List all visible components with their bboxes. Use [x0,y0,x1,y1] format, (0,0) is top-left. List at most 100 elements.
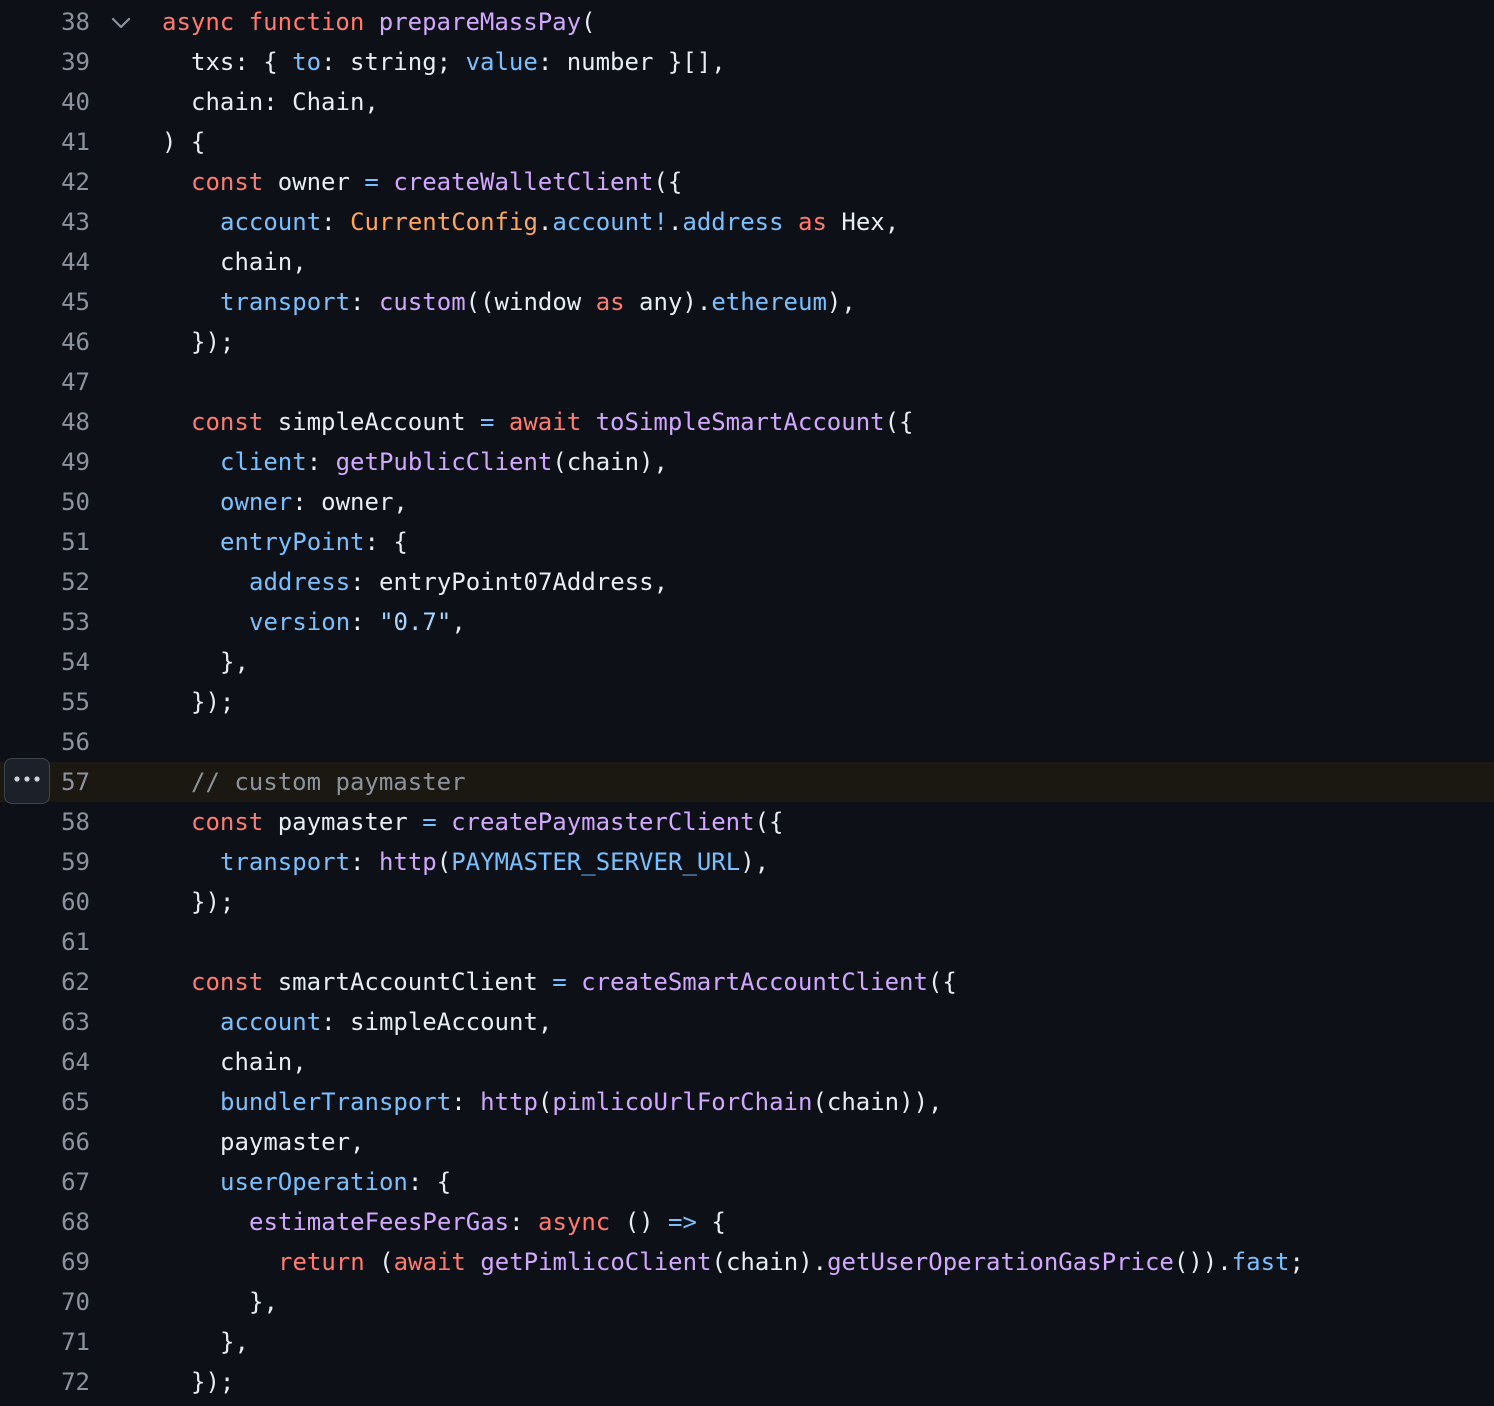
line-number[interactable]: 51 [0,522,90,562]
token: ({ [884,408,914,436]
token: ) { [162,128,206,156]
line-number[interactable]: 63 [0,1002,90,1042]
token: Hex, [826,208,900,236]
line-number[interactable]: 50 [0,482,90,522]
code-line: 62 const smartAccountClient = createSmart… [0,962,1494,1002]
code-line: 66 paymaster, [0,1122,1494,1162]
code-line: 45 transport: custom((window as any).ethe… [0,282,1494,322]
line-number[interactable]: 39 [0,42,90,82]
line-number[interactable]: 49 [0,442,90,482]
token: ({ [927,968,957,996]
token-property: owner [220,488,293,516]
token-property: address [682,208,784,236]
line-number[interactable]: 67 [0,1162,90,1202]
line-number[interactable]: 47 [0,362,90,402]
line-number[interactable]: 59 [0,842,90,882]
token-function: pimlicoUrlForChain [552,1088,813,1116]
line-code: chain, [220,1042,307,1082]
line-code: address: entryPoint07Address, [249,562,668,602]
code-line: 48 const simpleAccount = await toSimpleSm… [0,402,1494,442]
token-function: createPaymasterClient [451,808,755,836]
line-number[interactable]: 56 [0,722,90,762]
token: paymaster, [220,1128,365,1156]
token: }); [191,328,235,356]
line-number[interactable]: 69 [0,1242,90,1282]
token: }); [191,1368,235,1396]
line-number[interactable]: 38 [0,2,90,42]
token: () [610,1208,669,1236]
line-code: transport: custom((window as any).ethere… [220,282,856,322]
line-number[interactable]: 44 [0,242,90,282]
line-number[interactable]: 58 [0,802,90,842]
code-line: 69 return (await getPimlicoClient(chain).… [0,1242,1494,1282]
code-line: 67 userOperation: { [0,1162,1494,1202]
line-number[interactable]: 62 [0,962,90,1002]
code-line: 38 async function prepareMassPay( [0,2,1494,42]
code-line: 58 const paymaster = createPaymasterClien… [0,802,1494,842]
token-property: transport [220,288,351,316]
line-number[interactable]: 54 [0,642,90,682]
token-function: getPublicClient [335,448,553,476]
code-line: 57// custom paymaster [0,762,1494,802]
line-number[interactable]: 53 [0,602,90,642]
line-number[interactable]: 65 [0,1082,90,1122]
token-operator: = [480,408,495,436]
line-number[interactable]: 66 [0,1122,90,1162]
code-line: 70}, [0,1282,1494,1322]
code-line: 46}); [0,322,1494,362]
line-number[interactable]: 70 [0,1282,90,1322]
line-number[interactable]: 68 [0,1202,90,1242]
token: simpleAccount [263,408,480,436]
token: : [321,208,351,236]
token: paymaster [263,808,423,836]
line-number[interactable]: 71 [0,1322,90,1362]
token: (chain), [552,448,668,476]
line-code: bundlerTransport: http(pimlicoUrlForChai… [220,1082,942,1122]
line-number[interactable]: 61 [0,922,90,962]
code-line: 53 version: "0.7", [0,602,1494,642]
token: : number }[], [537,48,726,76]
chevron-down-icon[interactable] [110,12,132,34]
line-code: }, [220,642,249,682]
line-number[interactable]: 43 [0,202,90,242]
token: ( [581,8,596,36]
line-options-button[interactable] [4,758,50,804]
line-number[interactable]: 45 [0,282,90,322]
token: ((window [465,288,596,316]
token-function: http [480,1088,538,1116]
code-line: 63 account: simpleAccount, [0,1002,1494,1042]
line-number[interactable]: 64 [0,1042,90,1082]
line-code: chain, [220,242,307,282]
line-number[interactable]: 40 [0,82,90,122]
token-function: http [378,848,437,876]
line-number[interactable]: 72 [0,1362,90,1402]
code-line: 61 [0,922,1494,962]
line-number[interactable]: 52 [0,562,90,602]
token-keyword: async [538,1208,611,1236]
line-code: account: CurrentConfig.account!.address … [220,202,899,242]
line-code: const paymaster = createPaymasterClient(… [191,802,783,842]
code-line: 59 transport: http(PAYMASTER_SERVER_URL), [0,842,1494,882]
token-function: toSimpleSmartAccount [595,408,885,436]
token-property: client [220,448,307,476]
line-number[interactable]: 41 [0,122,90,162]
line-number[interactable]: 60 [0,882,90,922]
code-line: 41 ) { [0,122,1494,162]
token: chain, [220,248,307,276]
token-property: PAYMASTER_SERVER_URL [451,848,741,876]
line-number[interactable]: 55 [0,682,90,722]
token-property: userOperation [220,1168,408,1196]
token: txs: { [191,48,293,76]
line-number[interactable]: 42 [0,162,90,202]
line-number[interactable]: 46 [0,322,90,362]
token: any). [624,288,712,316]
token: }, [220,1328,249,1356]
token-keyword: const [191,408,264,436]
line-number[interactable]: 48 [0,402,90,442]
token: : { [407,1168,452,1196]
token: . [537,208,553,236]
